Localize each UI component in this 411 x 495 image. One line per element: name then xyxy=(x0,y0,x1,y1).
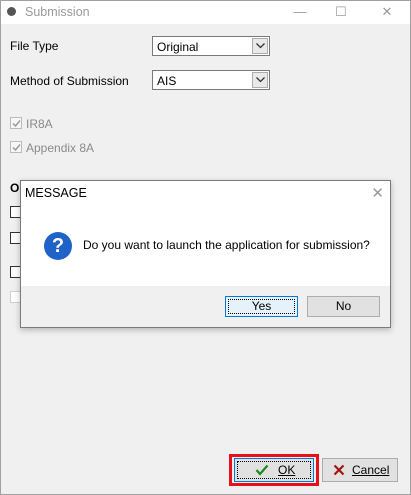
focus-rect xyxy=(228,299,295,314)
no-button[interactable]: No xyxy=(307,296,380,317)
dialog-title: MESSAGE xyxy=(25,186,87,200)
method-of-submission-select[interactable]: AIS xyxy=(152,70,270,90)
dialog-message: Do you want to launch the application fo… xyxy=(83,238,370,252)
check-icon xyxy=(255,464,269,476)
yes-button[interactable]: Yes xyxy=(225,296,298,317)
ir8a-label: IR8A xyxy=(26,117,53,131)
ok-button[interactable]: OK xyxy=(234,458,314,482)
window-title: Submission xyxy=(25,5,90,19)
chevron-down-icon[interactable] xyxy=(252,38,268,54)
maximize-button[interactable]: ☐ xyxy=(332,4,350,20)
appendix-8a-checkbox[interactable] xyxy=(10,141,22,153)
ok-label: OK xyxy=(278,463,296,477)
cancel-button[interactable]: Cancel xyxy=(322,458,398,482)
dialog-close-icon[interactable]: ✕ xyxy=(371,184,384,202)
minimize-button[interactable]: — xyxy=(291,4,309,20)
method-of-submission-label: Method of Submission xyxy=(10,74,129,88)
title-bar: Submission — ☐ ✕ xyxy=(1,1,410,24)
file-type-select[interactable]: Original xyxy=(152,36,270,56)
close-button[interactable]: ✕ xyxy=(378,4,396,20)
submission-window: Submission — ☐ ✕ File Type Original Meth… xyxy=(0,0,411,495)
no-label: No xyxy=(335,299,352,313)
file-type-value: Original xyxy=(157,40,199,54)
app-icon xyxy=(7,7,16,16)
ir8a-checkbox[interactable] xyxy=(10,117,22,129)
appendix-8a-label: Appendix 8A xyxy=(26,141,95,155)
cancel-label: Cancel xyxy=(352,463,390,477)
method-of-submission-value: AIS xyxy=(157,74,177,88)
file-type-label: File Type xyxy=(10,39,59,53)
cancel-x-icon xyxy=(333,464,345,476)
message-dialog: MESSAGE ✕ ? Do you want to launch the ap… xyxy=(20,180,391,328)
dialog-footer: Yes No xyxy=(21,286,390,327)
chevron-down-icon[interactable] xyxy=(252,72,268,88)
question-icon: ? xyxy=(44,232,72,260)
focus-rect xyxy=(237,461,311,479)
options-group-label: O xyxy=(10,181,20,195)
